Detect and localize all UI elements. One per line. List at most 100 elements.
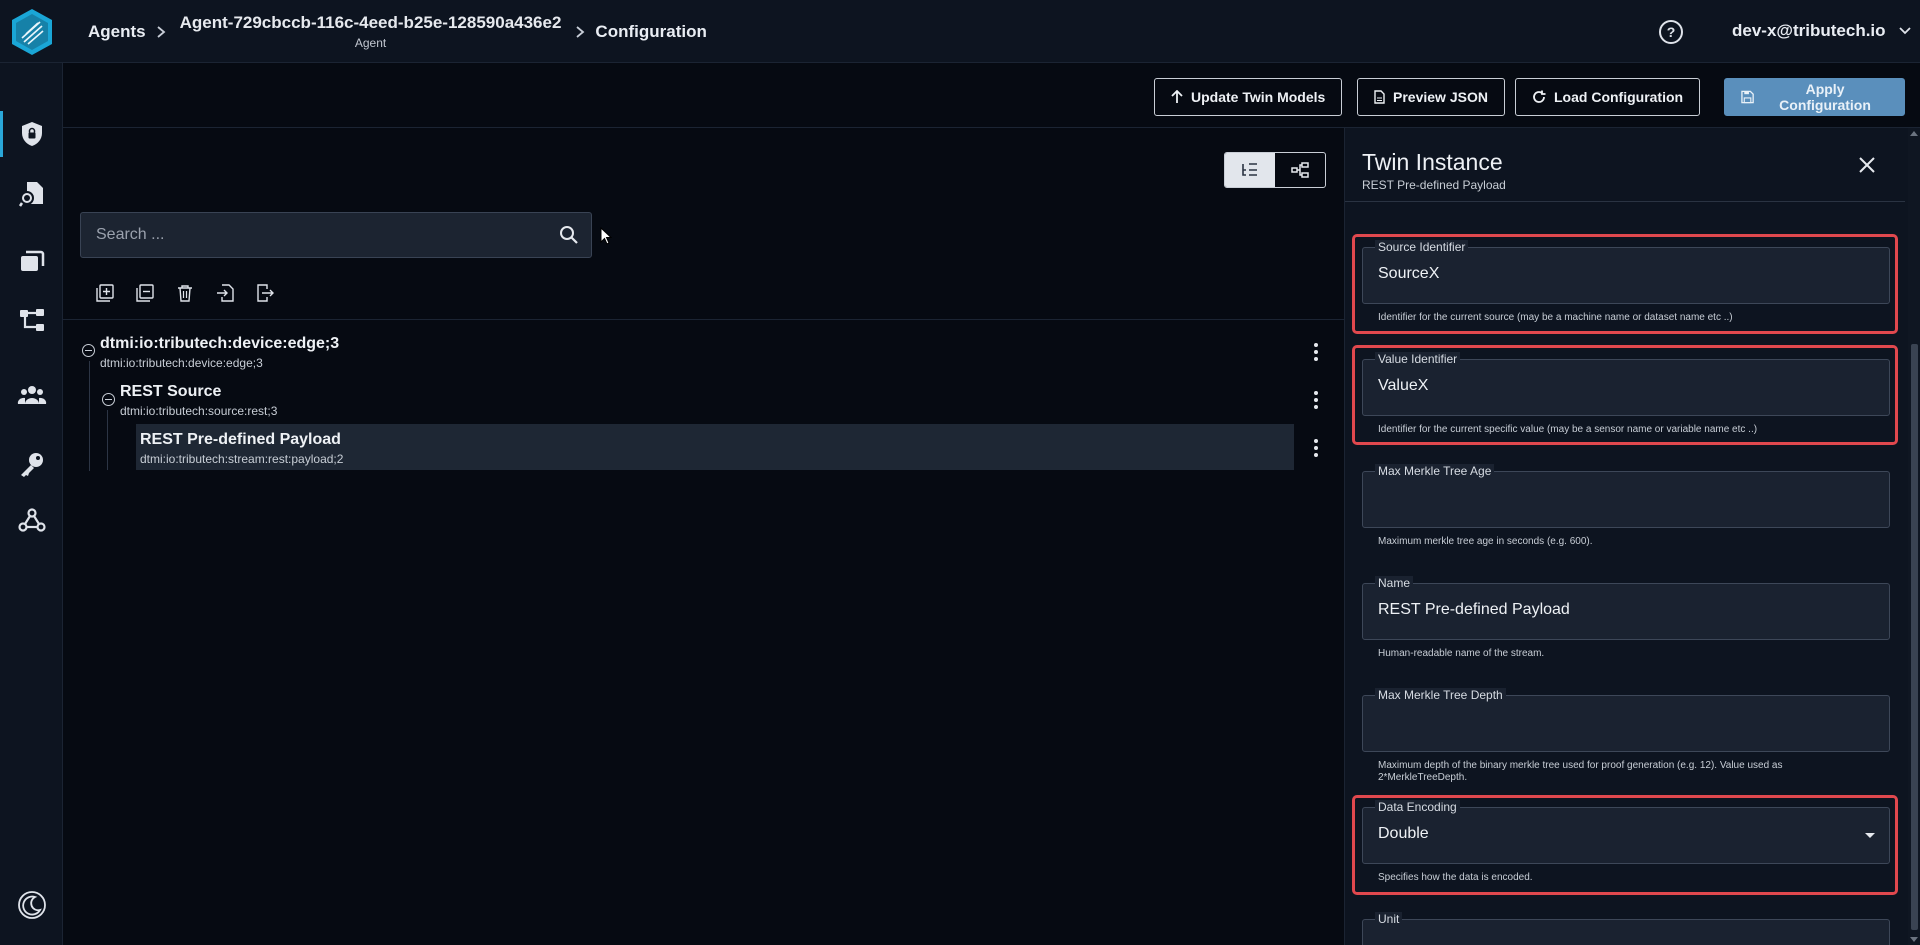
- nav-instances[interactable]: [0, 234, 63, 288]
- tree-node-subtitle: dtmi:io:tributech:stream:rest:payload;2: [140, 452, 344, 466]
- field-help-text: Maximum merkle tree age in seconds (e.g.…: [1378, 536, 1593, 547]
- tree-guide-line: [107, 410, 108, 470]
- field-value: SourceX: [1378, 265, 1440, 282]
- tree-toolbar: [93, 281, 277, 305]
- source-identifier-input[interactable]: Source Identifier SourceX: [1362, 240, 1890, 304]
- file-search-icon: [18, 182, 43, 207]
- scrollbar-thumb[interactable]: [1911, 344, 1918, 930]
- moon-icon: [17, 891, 46, 919]
- expand-all-icon[interactable]: [93, 281, 117, 305]
- nav-keys[interactable]: [0, 437, 63, 491]
- collapse-node-icon[interactable]: [102, 393, 115, 406]
- tree-node-subtitle: dtmi:io:tributech:source:rest;3: [120, 404, 278, 418]
- search-input[interactable]: [81, 213, 541, 257]
- tree-node-subtitle: dtmi:io:tributech:device:edge;3: [100, 356, 263, 370]
- save-icon: [1741, 90, 1754, 104]
- mouse-cursor-icon: [600, 226, 613, 250]
- nav-security[interactable]: [0, 107, 63, 161]
- nav-files[interactable]: [0, 167, 63, 221]
- field-help-text: Human-readable name of the stream.: [1378, 648, 1545, 659]
- chevron-down-icon: [1898, 21, 1912, 41]
- field-label: Max Merkle Tree Depth: [1375, 688, 1506, 702]
- nav-webhooks[interactable]: [0, 493, 63, 547]
- tree-node-title: REST Pre-defined Payload: [140, 431, 341, 448]
- graph-view-button[interactable]: [1275, 153, 1325, 187]
- panel-scrollbar[interactable]: [1908, 128, 1920, 945]
- field-label: Unit: [1375, 912, 1403, 926]
- tree-view-button[interactable]: [1225, 153, 1275, 187]
- field-label: Max Merkle Tree Age: [1375, 464, 1495, 478]
- load-configuration-button[interactable]: Load Configuration: [1515, 78, 1701, 116]
- help-icon[interactable]: ?: [1659, 20, 1683, 44]
- load-configuration-label: Load Configuration: [1554, 89, 1684, 105]
- scroll-up-icon[interactable]: [1910, 131, 1918, 136]
- collapse-all-icon[interactable]: [133, 281, 157, 305]
- field-name: Name REST Pre-defined Payload Human-read…: [1362, 576, 1890, 660]
- apply-configuration-button[interactable]: Apply Configuration: [1724, 78, 1905, 116]
- close-icon[interactable]: [1859, 157, 1875, 178]
- tree-guide-line: [89, 361, 90, 471]
- search-box: [80, 212, 592, 258]
- export-icon[interactable]: [253, 281, 277, 305]
- tree-node-device[interactable]: dtmi:io:tributech:device:edge;3 dtmi:io:…: [100, 335, 339, 370]
- data-encoding-select[interactable]: Data Encoding Double: [1362, 800, 1890, 864]
- graph-tree-icon: [1291, 162, 1309, 178]
- nav-users[interactable]: [0, 368, 63, 422]
- field-label: Data Encoding: [1375, 800, 1460, 814]
- app-logo-icon[interactable]: [10, 8, 54, 56]
- breadcrumb-configuration: Configuration: [595, 21, 707, 41]
- action-bar: Update Twin Models Preview JSON Load Con…: [63, 63, 1920, 128]
- tree-node-title: dtmi:io:tributech:device:edge;3: [100, 335, 340, 352]
- twin-instance-panel: Twin Instance REST Pre-defined Payload S…: [1344, 128, 1920, 945]
- divider: [63, 319, 1344, 320]
- max-merkle-tree-age-input[interactable]: Max Merkle Tree Age: [1362, 464, 1890, 528]
- update-twin-models-button[interactable]: Update Twin Models: [1154, 78, 1343, 116]
- search-icon[interactable]: [559, 225, 579, 250]
- unit-input[interactable]: Unit: [1362, 912, 1890, 945]
- field-help-text: Maximum depth of the binary merkle tree …: [1378, 760, 1783, 783]
- field-label: Name: [1375, 576, 1414, 590]
- top-bar: Agents Agent-729cbccb-116c-4eed-b25e-128…: [0, 0, 1920, 63]
- max-merkle-tree-depth-input[interactable]: Max Merkle Tree Depth: [1362, 688, 1890, 752]
- breadcrumb-agent[interactable]: Agent-729cbccb-116c-4eed-b25e-128590a436…: [180, 13, 562, 50]
- field-value: REST Pre-defined Payload: [1378, 601, 1570, 618]
- field-help-text: Identifier for the current source (may b…: [1378, 312, 1733, 323]
- more-vertical-icon[interactable]: [1306, 438, 1326, 458]
- nav-theme-toggle[interactable]: [0, 878, 63, 932]
- divider: [1345, 201, 1905, 202]
- hierarchy-icon: [19, 309, 44, 331]
- field-unit: Unit: [1362, 912, 1890, 945]
- field-help-text: Specifies how the data is encoded.: [1378, 872, 1533, 883]
- more-vertical-icon[interactable]: [1306, 342, 1326, 362]
- value-identifier-input[interactable]: Value Identifier ValueX: [1362, 352, 1890, 416]
- tree-node-rest-payload[interactable]: REST Pre-defined Payload dtmi:io:tribute…: [140, 431, 343, 466]
- chevron-right-icon: [565, 25, 595, 39]
- users-icon: [17, 386, 46, 404]
- field-max-merkle-tree-depth: Max Merkle Tree Depth Maximum depth of t…: [1362, 688, 1890, 784]
- field-data-encoding: Data Encoding Double Specifies how the d…: [1362, 800, 1890, 884]
- caret-down-icon: [1865, 833, 1875, 838]
- arrow-up-icon: [1171, 90, 1183, 103]
- left-nav-rail: [0, 63, 63, 945]
- shield-lock-icon: [21, 122, 42, 146]
- tree-node-rest-source[interactable]: REST Source dtmi:io:tributech:source:res…: [120, 383, 277, 418]
- name-input[interactable]: Name REST Pre-defined Payload: [1362, 576, 1890, 640]
- tree-node-title: REST Source: [120, 383, 222, 400]
- field-value: Double: [1378, 825, 1429, 842]
- trash-icon[interactable]: [173, 281, 197, 305]
- apply-configuration-label: Apply Configuration: [1779, 81, 1871, 113]
- collapse-node-icon[interactable]: [82, 344, 95, 357]
- nav-models[interactable]: [0, 293, 63, 347]
- user-menu[interactable]: dev-x@tributech.io: [1732, 21, 1912, 41]
- user-email: dev-x@tributech.io: [1732, 21, 1886, 40]
- breadcrumb-agents[interactable]: Agents: [88, 22, 146, 42]
- preview-json-button[interactable]: Preview JSON: [1357, 78, 1505, 116]
- import-icon[interactable]: [213, 281, 237, 305]
- more-vertical-icon[interactable]: [1306, 390, 1326, 410]
- scroll-down-icon[interactable]: [1910, 937, 1918, 942]
- key-icon: [20, 453, 43, 477]
- breadcrumb: Agents Agent-729cbccb-116c-4eed-b25e-128…: [88, 0, 707, 63]
- agent-type: Agent: [354, 36, 387, 50]
- field-value-identifier: Value Identifier ValueX Identifier for t…: [1362, 352, 1890, 436]
- agent-name: Agent-729cbccb-116c-4eed-b25e-128590a436…: [179, 13, 562, 32]
